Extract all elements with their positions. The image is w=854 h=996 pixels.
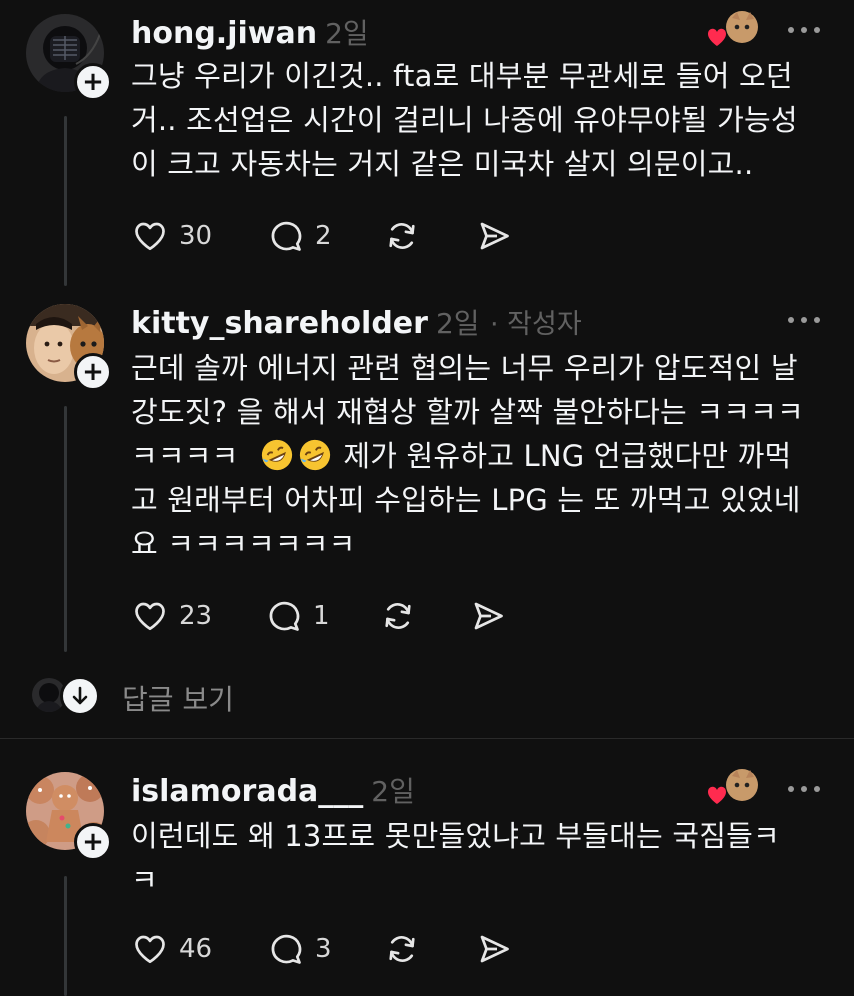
share-icon xyxy=(480,222,509,250)
like-button[interactable]: 30 xyxy=(131,216,212,256)
post-text: 이런데도 왜 13프로 못만들었냐고 부들대는 국짐들ㅋ ㅋ xyxy=(131,814,831,902)
follow-plus-icon[interactable]: + xyxy=(74,353,112,391)
reply-count: 3 xyxy=(315,934,332,964)
post-text-line: 그냥 우리가 이긴것.. fta로 대부분 무관세로 들어 오던 xyxy=(131,59,793,93)
reply-button[interactable]: 3 xyxy=(267,929,332,969)
post-text-fragment: ㅋㅋㅋㅋ xyxy=(131,439,239,473)
reply-count: 2 xyxy=(315,221,332,251)
arrow-down-icon xyxy=(60,676,100,716)
username[interactable]: islamorada___ 2일 xyxy=(131,770,415,810)
timestamp: 2일 xyxy=(435,307,480,340)
repost-button[interactable] xyxy=(379,596,417,636)
share-button[interactable] xyxy=(469,596,507,636)
like-count: 30 xyxy=(179,221,213,251)
heart-icon xyxy=(135,935,165,964)
post-text: 근데 솔까 에너지 관련 협의는 너무 우리가 압도적인 날 강도짓? 을 해서… xyxy=(131,346,831,566)
thread-line xyxy=(64,406,67,652)
timestamp: 2일 xyxy=(325,17,369,50)
share-button[interactable] xyxy=(475,216,513,256)
post-text-line: 이런데도 왜 13프로 못만들었냐고 부들대는 국짐들ㅋ xyxy=(131,819,780,853)
share-icon xyxy=(474,602,503,630)
reply-button[interactable]: 1 xyxy=(265,596,330,636)
rofl-emoji xyxy=(261,439,293,471)
comment-icon xyxy=(269,601,300,631)
comment-icon xyxy=(271,934,302,964)
repost-button[interactable] xyxy=(383,216,421,256)
share-icon xyxy=(480,935,509,963)
author-liked-badge xyxy=(706,10,766,50)
repost-button[interactable] xyxy=(383,929,421,969)
username[interactable]: kitty_shareholder 2일 · 작성자 xyxy=(131,302,582,342)
heart-icon xyxy=(135,602,165,631)
like-count: 46 xyxy=(179,934,213,964)
thread-line xyxy=(64,116,67,286)
view-replies-label: 답글 보기 xyxy=(122,683,234,716)
like-button[interactable]: 23 xyxy=(131,596,212,636)
post-text-line: ㅋㅋㅋㅋ 제가 원유하고 LNG 언급했다만 까먹 xyxy=(131,434,831,478)
post-text-line: 고 원래부터 어차피 수입하는 LPG 는 또 까먹고 있었네 xyxy=(131,483,801,517)
author-liked-badge xyxy=(706,768,766,808)
share-button[interactable] xyxy=(475,929,513,969)
thread-line xyxy=(64,876,67,996)
more-icon[interactable] xyxy=(788,784,820,794)
post-text-line: ㅋ xyxy=(131,863,158,897)
like-count: 23 xyxy=(179,601,213,631)
author-tag: · 작성자 xyxy=(489,309,582,340)
timestamp: 2일 xyxy=(371,775,415,808)
like-button[interactable]: 46 xyxy=(131,929,212,969)
repost-icon xyxy=(389,222,415,250)
follow-plus-icon[interactable]: + xyxy=(74,823,112,861)
reply-button[interactable]: 2 xyxy=(267,216,332,256)
repost-icon xyxy=(385,602,411,630)
more-icon[interactable] xyxy=(788,25,820,35)
post-text-line: 이 크고 자동차는 거지 같은 미국차 살지 의문이고.. xyxy=(131,147,754,181)
follow-plus-icon[interactable]: + xyxy=(74,63,112,101)
rofl-emoji xyxy=(299,439,331,471)
repost-icon xyxy=(389,935,415,963)
post-text-line: 요 ㅋㅋㅋㅋㅋㅋㅋ xyxy=(131,527,356,561)
post-text: 그냥 우리가 이긴것.. fta로 대부분 무관세로 들어 오던 거.. 조선업… xyxy=(131,54,831,186)
post-text-line: 거.. 조선업은 시간이 걸리니 나중에 유야무야될 가능성 xyxy=(131,103,798,137)
reply-count: 1 xyxy=(313,601,330,631)
comment-icon xyxy=(271,221,302,251)
divider xyxy=(0,738,854,739)
post-text-fragment: 제가 원유하고 LNG 언급했다만 까먹 xyxy=(343,439,792,473)
post-text-line: 근데 솔까 에너지 관련 협의는 너무 우리가 압도적인 날 xyxy=(131,351,798,385)
heart-icon xyxy=(135,222,165,251)
post-text-line: 강도짓? 을 해서 재협상 할까 살짝 불안하다는 ㅋㅋㅋㅋ xyxy=(131,395,804,429)
more-icon[interactable] xyxy=(788,315,820,325)
username[interactable]: hong.jiwan 2일 xyxy=(131,12,369,52)
